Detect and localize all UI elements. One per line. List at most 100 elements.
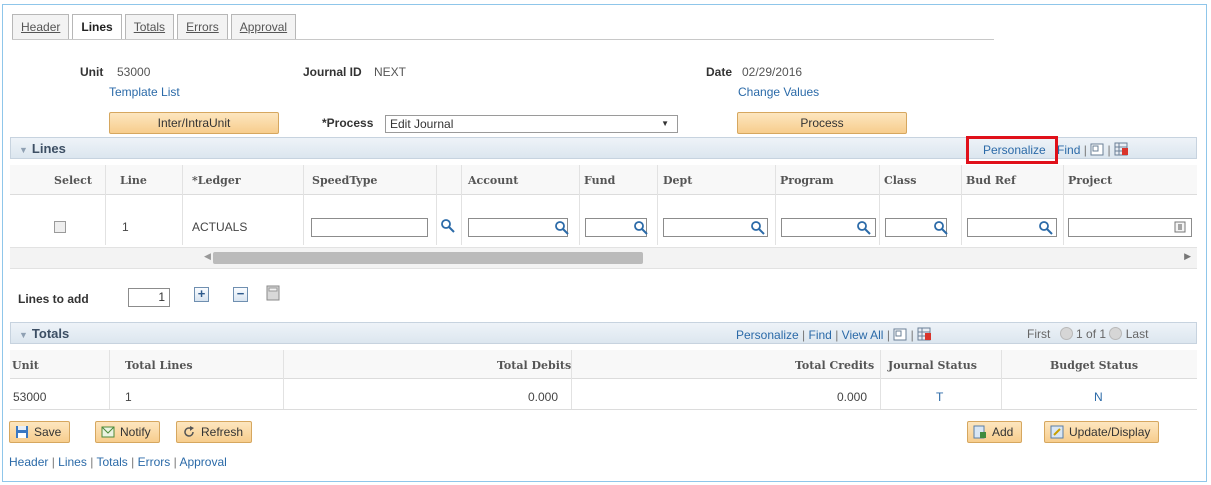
template-list-link[interactable]: Template List [109, 85, 180, 99]
fund-lookup-icon[interactable] [633, 220, 649, 236]
delete-line-minus-icon[interactable]: − [233, 287, 248, 302]
bottom-link-totals[interactable]: Totals [96, 455, 127, 469]
update-display-button[interactable]: Update/Display [1044, 421, 1160, 443]
col-ledger: *Ledger [192, 174, 241, 187]
totals-personalize-link[interactable]: Personalize [736, 328, 799, 342]
bottom-link-header[interactable]: Header [9, 455, 48, 469]
add-button[interactable]: Add [967, 421, 1023, 443]
notify-label: Notify [120, 425, 151, 439]
totals-lines-value: 1 [125, 390, 132, 404]
pager-first[interactable]: First [1027, 327, 1050, 341]
totals-view-all-link[interactable]: View All [842, 328, 884, 342]
chevron-down-icon: ▼ [661, 119, 669, 128]
lines-to-add-input[interactable]: 1 [128, 288, 170, 307]
refresh-icon [184, 426, 194, 437]
save-label: Save [34, 425, 62, 439]
speedtype-lookup-icon[interactable] [440, 218, 456, 234]
col-budget-status: Budget Status [1050, 359, 1139, 372]
select-row-checkbox[interactable] [54, 221, 66, 233]
separator: | [835, 328, 839, 342]
totals-find-link[interactable]: Find [809, 328, 832, 342]
bud-ref-lookup-icon[interactable] [1038, 220, 1054, 236]
download-spreadsheet-icon[interactable] [917, 327, 932, 341]
bottom-link-errors[interactable]: Errors [138, 455, 171, 469]
col-total-debits: Total Debits [497, 359, 572, 372]
process-select[interactable]: Edit Journal ▼ [385, 115, 678, 133]
account-lookup-icon[interactable] [554, 220, 570, 236]
pager-last[interactable]: Last [1126, 327, 1149, 341]
ledger-value: ACTUALS [192, 220, 248, 234]
tab-divider [12, 39, 994, 40]
speedtype-input[interactable] [311, 218, 428, 237]
lines-find-link[interactable]: Find [1057, 143, 1080, 157]
column-divider [775, 165, 776, 245]
change-values-link[interactable]: Change Values [738, 85, 819, 99]
process-select-value: Edit Journal [390, 117, 454, 131]
save-button[interactable]: Save [9, 421, 71, 443]
separator: | [1107, 143, 1111, 157]
tab-header[interactable]: Header [12, 14, 70, 39]
project-prompt-icon[interactable] [1174, 221, 1186, 233]
col-class: Class [884, 174, 917, 187]
totals-row-divider [10, 409, 1197, 410]
col-bud-ref: Bud Ref [966, 174, 1016, 187]
process-button[interactable]: Process [737, 112, 907, 134]
tab-lines[interactable]: Lines [72, 14, 122, 39]
add-line-plus-icon[interactable]: + [194, 287, 209, 302]
bottom-link-lines[interactable]: Lines [58, 455, 87, 469]
journal-status-value[interactable]: T [936, 390, 943, 404]
scroll-left-arrow-icon[interactable]: ◀ [204, 251, 211, 262]
dept-lookup-icon[interactable] [750, 220, 766, 236]
separator: | [131, 455, 135, 469]
separator: | [1083, 143, 1087, 157]
update-display-icon [1050, 425, 1064, 439]
lines-horizontal-scrollbar[interactable]: ◀ ▶ [10, 247, 1197, 269]
bottom-link-approval[interactable]: Approval [179, 455, 226, 469]
view-grid-icon[interactable] [893, 328, 907, 341]
col-account: Account [468, 174, 519, 187]
download-spreadsheet-icon[interactable] [1114, 142, 1129, 156]
journal-id-label: Journal ID [303, 65, 362, 79]
program-lookup-icon[interactable] [856, 220, 872, 236]
tab-approval-label: Approval [239, 20, 288, 34]
notify-envelope-icon [101, 426, 115, 438]
collapse-triangle-icon[interactable]: ▼ [19, 330, 28, 340]
column-divider [579, 165, 580, 245]
unit-value: 53000 [117, 65, 151, 79]
tab-strip: Header Lines Totals Errors Approval [12, 14, 299, 39]
tab-header-label: Header [21, 20, 61, 34]
column-divider [961, 165, 962, 245]
totals-grid-title: ▼ Totals [19, 326, 69, 341]
column-divider [657, 165, 658, 245]
col-journal-status: Journal Status [888, 359, 977, 372]
column-divider [880, 350, 881, 410]
tab-approval[interactable]: Approval [230, 14, 297, 39]
col-speedtype: SpeedType [312, 174, 378, 187]
col-select: Select [54, 174, 92, 187]
notify-button[interactable]: Notify [95, 421, 160, 443]
column-divider [461, 165, 462, 245]
view-grid-icon[interactable] [1090, 143, 1104, 156]
inter-intraunit-button[interactable]: Inter/IntraUnit [109, 112, 279, 134]
collapse-triangle-icon[interactable]: ▼ [19, 145, 28, 155]
separator: | [51, 455, 55, 469]
account-input[interactable] [468, 218, 568, 237]
totals-column-headers: Unit Total Lines Total Debits Total Cred… [10, 350, 1197, 379]
scroll-thumb[interactable] [213, 252, 643, 264]
col-total-credits: Total Credits [795, 359, 875, 372]
col-dept: Dept [663, 174, 693, 187]
scroll-right-arrow-icon[interactable]: ▶ [1184, 251, 1191, 262]
date-value: 02/29/2016 [742, 65, 803, 79]
column-divider [436, 165, 437, 245]
tab-totals[interactable]: Totals [124, 14, 175, 39]
add-label: Add [992, 425, 1014, 439]
budget-status-value[interactable]: N [1094, 390, 1103, 404]
class-lookup-icon[interactable] [933, 220, 949, 236]
process-label: *Process [322, 116, 374, 130]
refresh-button[interactable]: Refresh [176, 421, 253, 443]
calculator-icon[interactable] [266, 285, 280, 301]
tab-errors[interactable]: Errors [177, 14, 228, 39]
next-arrow-icon[interactable] [1109, 327, 1123, 340]
previous-arrow-icon[interactable] [1059, 327, 1073, 340]
column-divider [105, 165, 106, 245]
